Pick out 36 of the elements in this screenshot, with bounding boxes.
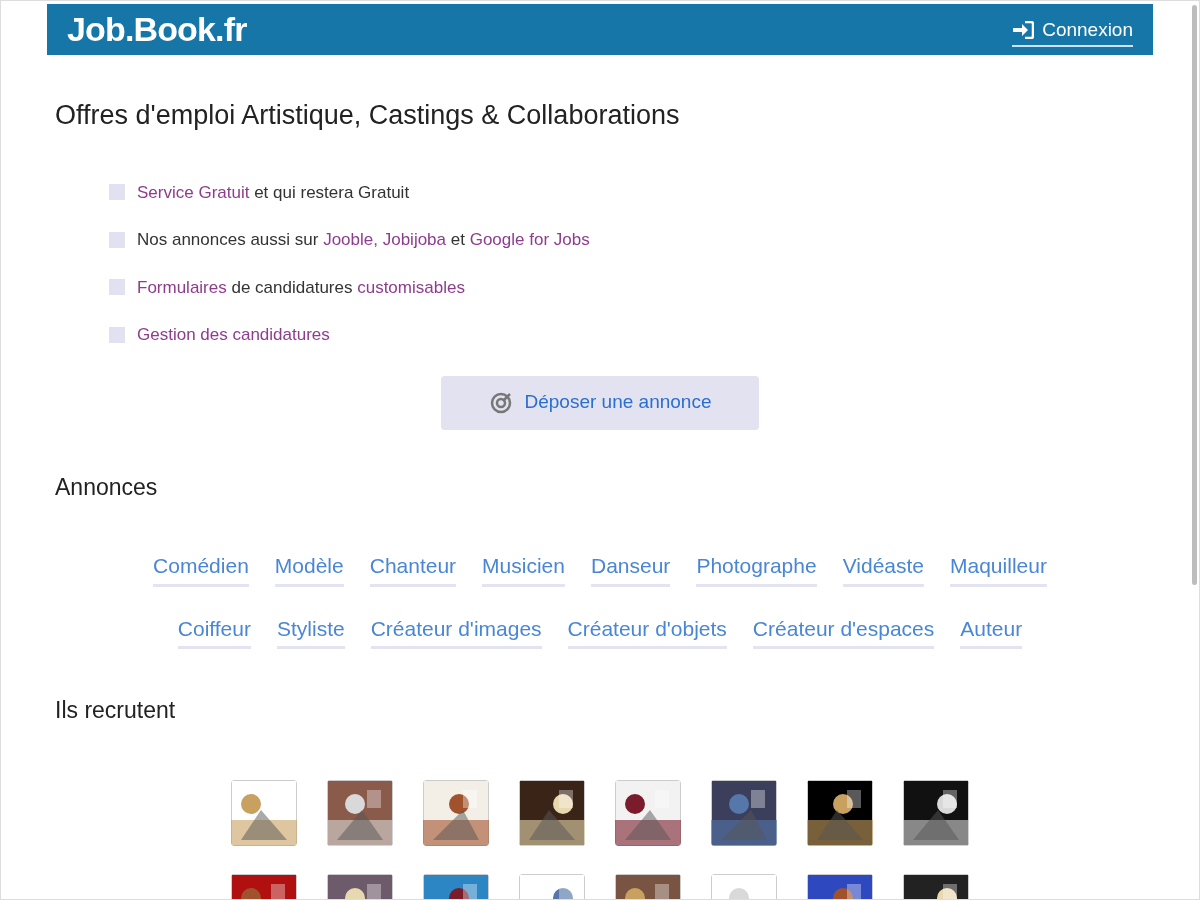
category-link[interactable]: Maquilleur (950, 550, 1047, 587)
section-heading: Annonces (55, 472, 158, 502)
target-icon (488, 390, 513, 415)
login-link[interactable]: Connexion (1012, 15, 1133, 48)
category-link[interactable]: Chanteur (369, 550, 457, 587)
category-link[interactable]: Photographe (696, 550, 817, 587)
category-link[interactable]: Créateur d'objets (567, 612, 727, 649)
bullet-square (109, 279, 125, 296)
section-heading: Ils recrutent (55, 696, 176, 725)
bullet-square (109, 326, 125, 343)
site-logo[interactable]: Job.Book.fr (67, 4, 247, 55)
feature-link[interactable]: Gestion des candidatures (137, 325, 330, 344)
post-ad-button[interactable]: Déposer une annonce (441, 375, 759, 430)
category-link[interactable]: Créateur d'images (370, 612, 542, 649)
category-link[interactable]: Comédien (153, 550, 249, 587)
feature-text: Service Gratuit et qui restera Gratuit (137, 181, 410, 204)
category-link[interactable]: Styliste (276, 612, 345, 649)
login-icon (1012, 21, 1035, 39)
category-link[interactable]: Modèle (274, 550, 344, 587)
bullet-square (109, 184, 125, 201)
feature-link[interactable]: Formulaires (137, 277, 227, 297)
page-title: Offres d'emploi Artistique, Castings & Collaborations (55, 99, 680, 132)
feature-text: Formulaires de candidatures customisables (137, 276, 465, 299)
bullet-square (109, 231, 125, 248)
feature-link[interactable]: customisables (357, 277, 465, 297)
category-link[interactable]: Créateur d'espaces (752, 612, 935, 649)
category-link[interactable]: Coiffeur (177, 612, 251, 649)
feature-link[interactable]: Jooble, Jobijoba (323, 230, 447, 249)
scrollbar[interactable] (1192, 5, 1197, 585)
category-link[interactable]: Vidéaste (842, 550, 924, 587)
feature-text: Nos annonces aussi sur Jooble, Jobijoba et Google for Jobs (137, 229, 590, 251)
category-link[interactable]: Auteur (960, 612, 1023, 649)
category-link[interactable]: Musicien (482, 550, 565, 587)
category-link[interactable]: Danseur (591, 550, 671, 587)
feature-link[interactable]: Google for Jobs (469, 230, 590, 249)
feature-link[interactable]: Service Gratuit (137, 182, 250, 202)
